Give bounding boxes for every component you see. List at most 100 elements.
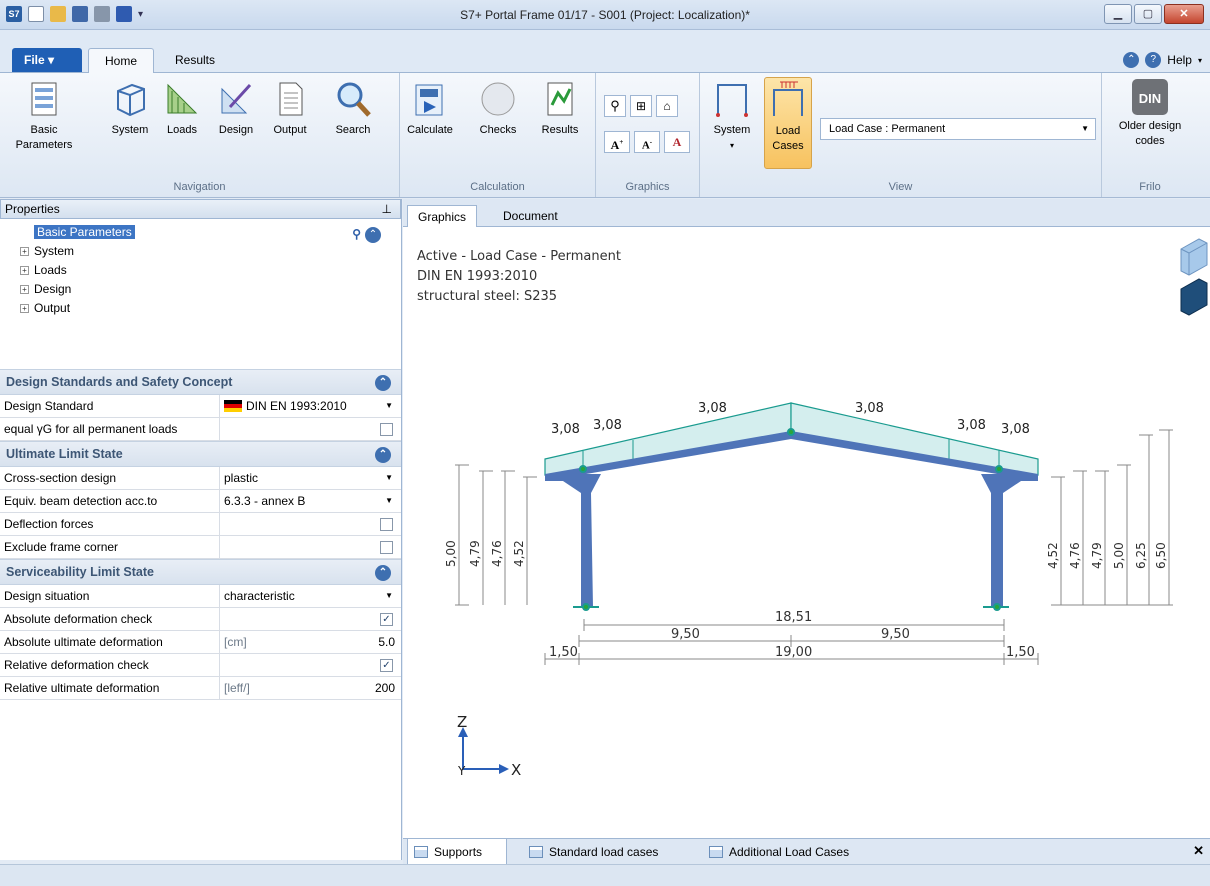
unit-label: [cm]	[224, 635, 247, 649]
abs-ult-def-value[interactable]: 5.0	[378, 631, 395, 653]
chevron-down-icon[interactable]: ▼	[385, 585, 393, 607]
load-case-select[interactable]: Load Case : Permanent ▼	[820, 118, 1096, 140]
load-label: 3,08	[855, 401, 884, 416]
load-label: 3,08	[551, 422, 580, 437]
prop-abs-ult-def[interactable]: Absolute ultimate deformation [cm] 5.0	[0, 631, 401, 654]
tab-additional-load-cases[interactable]: Additional Load Cases	[703, 839, 903, 865]
output-button[interactable]: Output	[266, 79, 314, 138]
exclude-corner-checkbox[interactable]	[380, 541, 393, 554]
tree-item-loads[interactable]: + Loads	[20, 261, 401, 280]
load-cases-button[interactable]: Load Cases	[764, 77, 812, 169]
search-icon[interactable]: ⚲	[352, 227, 361, 243]
collapse-icon[interactable]: ⌃	[375, 375, 391, 391]
tab-standard-load-cases[interactable]: Standard load cases	[523, 839, 693, 865]
expand-icon[interactable]: +	[20, 266, 29, 275]
prop-label: Relative deformation check	[0, 654, 220, 676]
graphics-row-1: ⚲ ⊞ ⌂	[604, 95, 678, 117]
tab-graphics[interactable]: Graphics	[407, 205, 478, 227]
chevron-down-icon[interactable]: ▼	[385, 490, 393, 512]
results-button[interactable]: Results	[534, 79, 586, 138]
expand-icon[interactable]: +	[20, 285, 29, 294]
section-sls[interactable]: Serviceability Limit State ⌃	[0, 559, 401, 585]
help-dropdown-icon[interactable]: ▾	[1198, 56, 1202, 65]
collapse-ribbon-icon[interactable]: ⌃	[1123, 52, 1140, 68]
checks-button[interactable]: Checks	[472, 79, 524, 138]
basic-parameters-button[interactable]: Basic Parameters	[14, 79, 74, 153]
section-uls[interactable]: Ultimate Limit State ⌃	[0, 441, 401, 467]
collapse-icon[interactable]: ⌃	[375, 565, 391, 581]
window-title: S7+ Portal Frame 01/17 - S001 (Project: …	[460, 8, 750, 22]
load-cases-label: Load Cases	[772, 125, 804, 152]
minimize-button[interactable]: ▁	[1104, 4, 1132, 24]
prop-exclude-corner[interactable]: Exclude frame corner	[0, 536, 401, 559]
tab-results[interactable]: Results	[162, 48, 228, 72]
tree-item-output[interactable]: + Output	[20, 299, 401, 318]
tree-item-basic-parameters[interactable]: Basic Parameters	[20, 223, 401, 242]
close-icon[interactable]: ✕	[1193, 843, 1204, 859]
abs-def-checkbox[interactable]: ✓	[380, 613, 393, 626]
view-cube-dark-icon[interactable]	[1180, 278, 1208, 316]
calculate-button[interactable]: Calculate	[402, 79, 458, 138]
calculation-group-label: Calculation	[470, 181, 525, 193]
older-design-codes-button[interactable]: DIN Older design codes	[1110, 79, 1190, 149]
prop-design-situation[interactable]: Design situation characteristic ▼	[0, 585, 401, 608]
equal-yg-checkbox[interactable]	[380, 423, 393, 436]
view-cube-light-icon[interactable]	[1180, 238, 1208, 276]
portal-frame-drawing[interactable]: 3,08 3,08 3,08 3,08 3,08 3,08 5,00 4,79 …	[403, 227, 1210, 837]
pin-icon[interactable]: ⊥	[382, 200, 392, 218]
expand-icon[interactable]: +	[20, 304, 29, 313]
tab-home[interactable]: Home	[88, 48, 154, 73]
view-tabs: Graphics Document	[403, 199, 1210, 227]
tree-item-system[interactable]: + System	[20, 242, 401, 261]
axis-x-label: X	[511, 761, 521, 779]
zoom-fit-icon[interactable]: ⊞	[630, 95, 652, 117]
prop-abs-def-check[interactable]: Absolute deformation check ✓	[0, 608, 401, 631]
rel-def-checkbox[interactable]: ✓	[380, 659, 393, 672]
loads-button[interactable]: Loads	[160, 79, 204, 138]
table-icon	[709, 846, 723, 858]
tree-tools: ⚲ ⌃	[352, 227, 381, 243]
prop-rel-def-check[interactable]: Relative deformation check ✓	[0, 654, 401, 677]
tree-item-design[interactable]: + Design	[20, 280, 401, 299]
font-color-icon[interactable]: A	[664, 131, 690, 153]
chevron-down-icon[interactable]: ▼	[385, 395, 393, 417]
system-button[interactable]: System	[106, 79, 154, 138]
tab-supports[interactable]: Supports	[407, 839, 507, 865]
prop-cross-section[interactable]: Cross-section design plastic ▼	[0, 467, 401, 490]
help-label[interactable]: Help	[1167, 53, 1192, 67]
home-view-icon[interactable]: ⌂	[656, 95, 678, 117]
load-case-select-value: Load Case : Permanent	[829, 123, 946, 135]
tab-file[interactable]: File ▾	[12, 48, 82, 72]
rel-ult-def-value[interactable]: 200	[375, 677, 395, 699]
prop-equal-yg[interactable]: equal γG for all permanent loads	[0, 418, 401, 441]
graphics-group-label: Graphics	[625, 181, 670, 193]
prop-rel-ult-def[interactable]: Relative ultimate deformation [leff/] 200	[0, 677, 401, 700]
collapse-icon[interactable]: ⌃	[365, 227, 381, 243]
deflection-forces-checkbox[interactable]	[380, 518, 393, 531]
tab-document[interactable]: Document	[493, 205, 568, 227]
view-system-button[interactable]: System ▾	[708, 79, 756, 153]
design-standard-value: DIN EN 1993:2010	[246, 399, 347, 413]
prop-equiv-beam[interactable]: Equiv. beam detection acc.to 6.3.3 - anne…	[0, 490, 401, 513]
expand-icon[interactable]: +	[20, 247, 29, 256]
help-icon[interactable]: ?	[1145, 52, 1162, 68]
load-label: 3,08	[957, 418, 986, 433]
chevron-down-icon[interactable]: ▼	[385, 467, 393, 489]
tree-item-label: System	[34, 244, 75, 258]
section-design-standards[interactable]: Design Standards and Safety Concept ⌃	[0, 369, 401, 395]
span-half-left-label: 9,50	[671, 627, 700, 642]
design-button[interactable]: Design	[212, 79, 260, 138]
search-button[interactable]: Search	[328, 79, 378, 138]
close-button[interactable]: ✕	[1164, 4, 1204, 24]
zoom-icon[interactable]: ⚲	[604, 95, 626, 117]
collapse-icon[interactable]: ⌃	[375, 447, 391, 463]
font-decrease-icon[interactable]: A-	[634, 131, 660, 153]
prop-label: Design situation	[0, 585, 220, 607]
maximize-button[interactable]: ▢	[1134, 4, 1162, 24]
prop-design-standard[interactable]: Design Standard DIN EN 1993:2010 ▼	[0, 395, 401, 418]
height-label: 4,52	[512, 540, 526, 567]
table-icon	[529, 846, 543, 858]
font-increase-icon[interactable]: A+	[604, 131, 630, 153]
left-height-labels: 5,00 4,79 4,76 4,52	[444, 540, 526, 567]
prop-deflection-forces[interactable]: Deflection forces	[0, 513, 401, 536]
